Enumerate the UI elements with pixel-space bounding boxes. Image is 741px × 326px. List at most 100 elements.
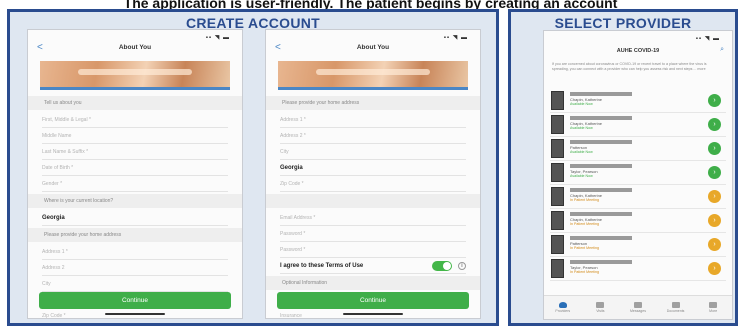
tab-messages[interactable]: Messages xyxy=(626,302,650,313)
redacted-text xyxy=(570,260,632,264)
form-field[interactable]: Password * xyxy=(280,242,466,258)
form-field[interactable]: City xyxy=(280,144,466,160)
status-bar: ▪▪ ◥ ▬ xyxy=(443,35,468,41)
terms-toggle-row: I agree to these Terms of Use i xyxy=(280,258,466,274)
availability-status: Available Now xyxy=(570,150,593,154)
form-field[interactable]: First, Middle & Legal * xyxy=(42,112,228,128)
provider-photo xyxy=(551,91,564,110)
page-caption: The application is user-friendly. The pa… xyxy=(123,0,618,9)
nav-bar: < About You xyxy=(28,42,242,56)
banner-divider xyxy=(278,87,468,90)
about-you-form: Tell us about you First, Middle & Legal *… xyxy=(28,94,242,318)
availability-status: In Patient Meeting xyxy=(570,246,599,250)
tab-providers[interactable]: Providers xyxy=(551,302,575,313)
availability-status: Available Now xyxy=(570,102,593,106)
section-header xyxy=(266,194,480,208)
section-header: Please provide your home address xyxy=(266,96,480,110)
about-you-screen-2: ▪▪ ◥ ▬ < About You Please provide your h… xyxy=(265,29,481,319)
tab-label: Providers xyxy=(555,309,571,313)
tab-bar: Providers Visits Messages Documents More xyxy=(544,295,732,319)
tab-visits[interactable]: Visits xyxy=(588,302,612,313)
availability-status: Available Now xyxy=(570,174,593,178)
screen-title: About You xyxy=(118,44,152,51)
banner-image xyxy=(40,61,230,87)
form-field[interactable]: Address 1 * xyxy=(42,244,228,260)
provider-photo xyxy=(551,235,564,254)
home-indicator xyxy=(343,313,403,315)
chevron-right-icon[interactable]: › xyxy=(708,238,721,251)
status-bar: ▪▪ ◥ ▬ xyxy=(695,36,720,42)
address-form: Please provide your home address Address … xyxy=(266,94,480,318)
provider-list: Chapin, Katherine Available Now › Chapin, K… xyxy=(550,89,726,281)
provider-row[interactable]: Chapin, Katherine Available Now › xyxy=(550,113,726,137)
tab-icon xyxy=(596,302,605,308)
provider-row[interactable]: Patterson Available Now › xyxy=(550,137,726,161)
provider-row[interactable]: Chapin, Katherine In Patient Meeting › xyxy=(550,185,726,209)
chevron-right-icon[interactable]: › xyxy=(708,118,721,131)
form-field[interactable]: Address 2 * xyxy=(280,128,466,144)
terms-toggle[interactable] xyxy=(432,261,452,271)
continue-button[interactable]: Continue xyxy=(39,292,231,309)
provider-photo xyxy=(551,163,564,182)
provider-row[interactable]: Patterson In Patient Meeting › xyxy=(550,233,726,257)
form-field[interactable]: Middle Name xyxy=(42,128,228,144)
redacted-text xyxy=(570,188,632,192)
screen-title: About You xyxy=(356,44,390,51)
form-field[interactable]: Address 1 * xyxy=(280,112,466,128)
screen-header: AUHE COVID-19 xyxy=(616,48,660,54)
chevron-right-icon[interactable]: › xyxy=(708,166,721,179)
provider-photo xyxy=(551,187,564,206)
state-select[interactable]: Georgia xyxy=(42,210,228,226)
form-field[interactable]: Password * xyxy=(280,226,466,242)
covid-notice: If you are concerned about coronavirus o… xyxy=(552,62,707,71)
chevron-right-icon[interactable]: › xyxy=(708,94,721,107)
form-field[interactable]: Zip Code * xyxy=(280,176,466,192)
provider-row[interactable]: Taylor, Pearson Available Now › xyxy=(550,161,726,185)
tab-documents[interactable]: Documents xyxy=(664,302,688,313)
redacted-text xyxy=(570,164,632,168)
tab-label: Visits xyxy=(596,309,605,313)
chevron-right-icon[interactable]: › xyxy=(708,262,721,275)
provider-list-screen: ▪▪ ◥ ▬ AUHE COVID-19 ⌕ If you are concer… xyxy=(543,30,733,320)
availability-status: In Patient Meeting xyxy=(570,270,599,274)
section-header: Tell us about you xyxy=(28,96,242,110)
status-bar: ▪▪ ◥ ▬ xyxy=(205,35,230,41)
provider-row[interactable]: Taylor, Pearson In Patient Meeting › xyxy=(550,257,726,281)
provider-photo xyxy=(551,139,564,158)
tab-icon xyxy=(558,302,567,308)
redacted-text xyxy=(570,140,632,144)
banner-divider xyxy=(40,87,230,90)
nav-bar: < About You xyxy=(266,42,480,56)
banner-image xyxy=(278,61,468,87)
form-field[interactable]: Email Address * xyxy=(280,210,466,226)
chevron-right-icon[interactable]: › xyxy=(708,190,721,203)
tab-icon xyxy=(633,302,642,308)
section-header: Where is your current location? xyxy=(28,194,242,208)
redacted-text xyxy=(570,92,632,96)
provider-row[interactable]: Chapin, Katherine In Patient Meeting › xyxy=(550,209,726,233)
form-field[interactable]: Date of Birth * xyxy=(42,160,228,176)
availability-status: In Patient Meeting xyxy=(570,198,599,202)
form-field[interactable]: City xyxy=(42,276,228,292)
home-indicator xyxy=(105,313,165,315)
availability-status: In Patient Meeting xyxy=(570,222,599,226)
section-header: Please provide your home address xyxy=(28,228,242,242)
form-field[interactable]: Gender * xyxy=(42,176,228,192)
tab-icon xyxy=(709,302,718,308)
chevron-right-icon[interactable]: › xyxy=(708,214,721,227)
provider-photo xyxy=(551,211,564,230)
redacted-text xyxy=(570,236,632,240)
provider-row[interactable]: Chapin, Katherine Available Now › xyxy=(550,89,726,113)
availability-status: Available Now xyxy=(570,126,593,130)
redacted-text xyxy=(570,116,632,120)
form-field[interactable]: Address 2 xyxy=(42,260,228,276)
tab-more[interactable]: More xyxy=(701,302,725,313)
about-you-screen-1: ▪▪ ◥ ▬ < About You Tell us about you Firs… xyxy=(27,29,243,319)
info-icon[interactable]: i xyxy=(458,262,466,270)
continue-button[interactable]: Continue xyxy=(277,292,469,309)
chevron-right-icon[interactable]: › xyxy=(708,142,721,155)
search-icon[interactable]: ⌕ xyxy=(720,46,724,54)
tab-label: More xyxy=(709,309,718,313)
form-field[interactable]: Last Name & Suffix * xyxy=(42,144,228,160)
state-select[interactable]: Georgia xyxy=(280,160,466,176)
